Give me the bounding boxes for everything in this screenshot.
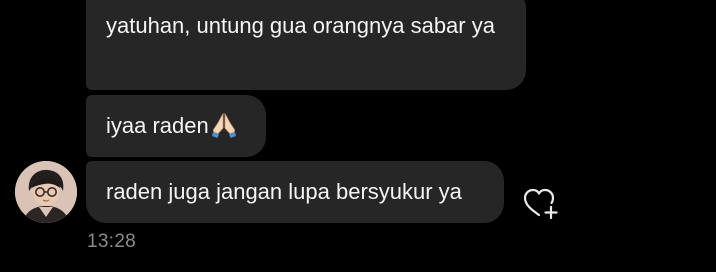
message-text: iyaa raden [106,113,209,138]
heart-add-icon[interactable] [522,187,560,221]
folded-hands-emoji-icon [210,111,238,139]
message-timestamp: 13:28 [87,231,137,252]
message-bubble[interactable]: iyaa raden [86,95,266,157]
message-text: yatuhan, untung gua orangnya sabar ya [106,13,495,38]
sender-avatar[interactable] [15,161,77,223]
message-text: raden juga jangan lupa bersyukur ya [106,179,462,204]
message-bubble[interactable]: raden juga jangan lupa bersyukur ya [86,161,504,223]
message-bubble[interactable]: yatuhan, untung gua orangnya sabar ya [86,0,526,90]
